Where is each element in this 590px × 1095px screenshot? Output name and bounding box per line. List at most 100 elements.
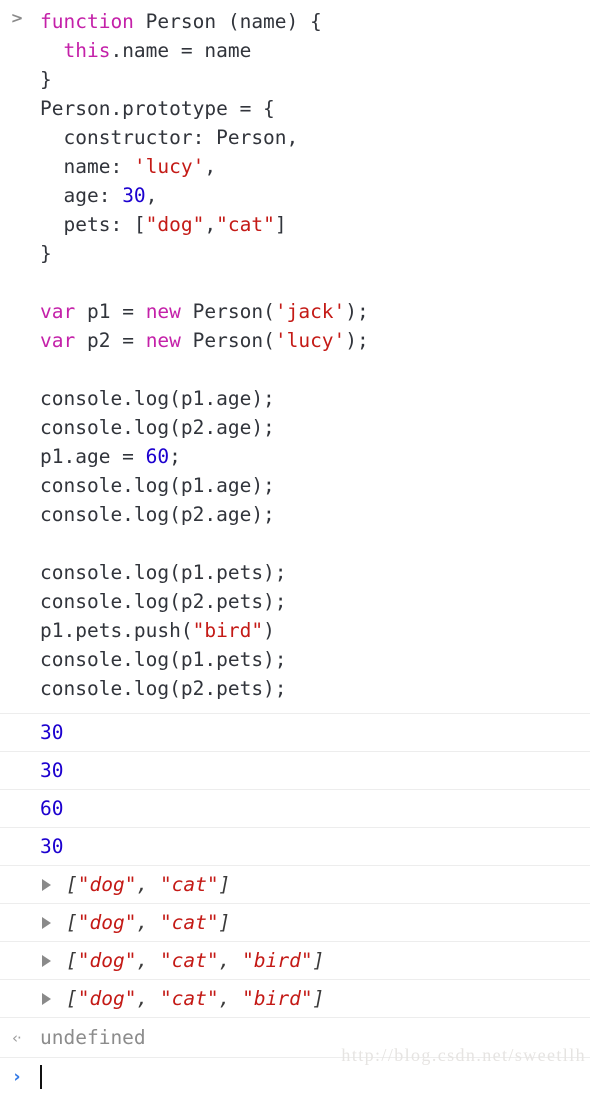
code-token-pln: , bbox=[204, 213, 217, 236]
code-token-pln: Person( bbox=[180, 329, 275, 352]
console-result-value: undefined bbox=[40, 1025, 146, 1049]
code-token-pln: console.log(p2.age); bbox=[40, 503, 275, 526]
console-output-row: ["dog", "cat"] bbox=[0, 903, 590, 941]
code-line: console.log(p1.age); bbox=[40, 471, 590, 500]
code-token-str: "dog" bbox=[145, 213, 205, 236]
code-token-pln: Person (name) { bbox=[133, 10, 322, 33]
code-token-pln: p1 = bbox=[75, 300, 146, 323]
code-line: console.log(p2.age); bbox=[40, 413, 590, 442]
console-output-number: 30 bbox=[40, 720, 64, 744]
array-string-item: "dog" bbox=[77, 872, 137, 896]
console-output-row: 30 bbox=[0, 751, 590, 789]
code-token-pln: console.log(p1.age); bbox=[40, 474, 275, 497]
code-token-str: 'lucy' bbox=[274, 329, 346, 352]
code-token-kw: function bbox=[40, 10, 134, 33]
code-token-pln: console.log(p1.age); bbox=[40, 387, 275, 410]
code-token-pln: name: bbox=[40, 155, 134, 178]
code-token-pln: console.log(p1.pets); bbox=[40, 648, 287, 671]
code-token-pln: p2 = bbox=[75, 329, 146, 352]
array-string-item: "cat" bbox=[159, 910, 219, 934]
code-line: name: 'lucy', bbox=[40, 152, 590, 181]
watermark-text: http://blog.csdn.net/sweetllh bbox=[341, 1045, 586, 1065]
code-token-str: 'lucy' bbox=[133, 155, 205, 178]
code-token-pln: age: bbox=[40, 184, 123, 207]
code-token-pln: p1.age = bbox=[40, 445, 146, 468]
console-output-array[interactable]: ["dog", "cat", "bird"] bbox=[40, 987, 324, 1011]
text-caret bbox=[40, 1064, 42, 1089]
code-line: console.log(p1.age); bbox=[40, 384, 590, 413]
code-token-pln: , bbox=[145, 184, 158, 207]
array-string-item: "bird" bbox=[242, 948, 313, 972]
code-token-kw: new bbox=[145, 329, 181, 352]
code-token-str: "cat" bbox=[216, 213, 275, 236]
chevron-right-icon: › bbox=[13, 1066, 21, 1087]
console-source-code: function Person (name) { this.name = nam… bbox=[0, 7, 590, 703]
code-token-str: 'jack' bbox=[274, 300, 346, 323]
code-line: var p1 = new Person('jack'); bbox=[40, 297, 590, 326]
array-string-item: "dog" bbox=[77, 986, 137, 1010]
disclosure-triangle-icon[interactable] bbox=[42, 992, 51, 1005]
code-line: Person.prototype = { bbox=[40, 94, 590, 123]
console-output-row: ["dog", "cat", "bird"] bbox=[0, 979, 590, 1017]
code-token-pln: ); bbox=[345, 300, 369, 323]
code-token-str: "bird" bbox=[192, 619, 264, 642]
code-token-pln: , bbox=[204, 155, 217, 178]
code-token-pln: ; bbox=[169, 445, 181, 468]
disclosure-triangle-icon[interactable] bbox=[42, 878, 51, 891]
code-token-pln: ); bbox=[345, 329, 369, 352]
devtools-console-panel: > function Person (name) { this.name = n… bbox=[0, 0, 590, 1089]
console-output-list: 30 30 60 30 ["dog", "cat"] ["dog", "cat"] ["do… bbox=[0, 713, 590, 1017]
disclosure-triangle-icon[interactable] bbox=[42, 916, 51, 929]
console-input-echo: > function Person (name) { this.name = n… bbox=[0, 0, 590, 713]
code-line: console.log(p2.pets); bbox=[40, 587, 590, 616]
arrow-left-return-icon: ‹· bbox=[12, 1028, 22, 1047]
code-token-pln: } bbox=[40, 242, 52, 265]
array-string-item: "cat" bbox=[159, 948, 219, 972]
code-line: var p2 = new Person('lucy'); bbox=[40, 326, 590, 355]
code-line: this.name = name bbox=[40, 36, 590, 65]
code-token-kw: var bbox=[40, 329, 76, 352]
console-output-array[interactable]: ["dog", "cat"] bbox=[40, 911, 230, 935]
code-token-pln: .name = name bbox=[110, 39, 252, 62]
disclosure-triangle-icon[interactable] bbox=[42, 954, 51, 967]
code-line: console.log(p1.pets); bbox=[40, 558, 590, 587]
array-string-item: "cat" bbox=[159, 986, 219, 1010]
code-token-pln: Person.prototype = { bbox=[40, 97, 275, 120]
console-output-row: 60 bbox=[0, 789, 590, 827]
console-output-row: ["dog", "cat", "bird"] bbox=[0, 941, 590, 979]
console-output-number: 60 bbox=[40, 796, 64, 820]
code-line: constructor: Person, bbox=[40, 123, 590, 152]
console-output-row: 30 bbox=[0, 827, 590, 865]
code-token-pln: console.log(p2.pets); bbox=[40, 590, 287, 613]
console-output-row: 30 bbox=[0, 713, 590, 751]
code-token-pln: console.log(p2.age); bbox=[40, 416, 275, 439]
code-line: console.log(p2.age); bbox=[40, 500, 590, 529]
code-token-pln: console.log(p1.pets); bbox=[40, 561, 287, 584]
console-output-row: ["dog", "cat"] bbox=[0, 865, 590, 903]
code-token-pln: ] bbox=[274, 213, 287, 236]
code-line: p1.age = 60; bbox=[40, 442, 590, 471]
console-output-number: 30 bbox=[40, 834, 64, 858]
console-output-array[interactable]: ["dog", "cat"] bbox=[40, 873, 230, 897]
console-output-array[interactable]: ["dog", "cat", "bird"] bbox=[40, 949, 324, 973]
code-token-kw: this bbox=[63, 39, 111, 62]
array-string-item: "cat" bbox=[159, 872, 219, 896]
chevron-right-icon: > bbox=[10, 9, 24, 27]
code-token-pln: Person( bbox=[180, 300, 275, 323]
code-token-pln: pets: [ bbox=[40, 213, 146, 236]
code-line: p1.pets.push("bird") bbox=[40, 616, 590, 645]
array-string-item: "dog" bbox=[77, 948, 137, 972]
code-token-num: 30 bbox=[122, 184, 146, 207]
array-string-item: "dog" bbox=[77, 910, 137, 934]
code-line: } bbox=[40, 65, 590, 94]
code-token-pln: } bbox=[40, 68, 52, 91]
code-token-kw: var bbox=[40, 300, 76, 323]
code-token-pln: console.log(p2.pets); bbox=[40, 677, 287, 700]
code-token-kw: new bbox=[145, 300, 181, 323]
code-line: console.log(p2.pets); bbox=[40, 674, 590, 703]
code-token-num: 60 bbox=[145, 445, 170, 468]
code-line: age: 30, bbox=[40, 181, 590, 210]
